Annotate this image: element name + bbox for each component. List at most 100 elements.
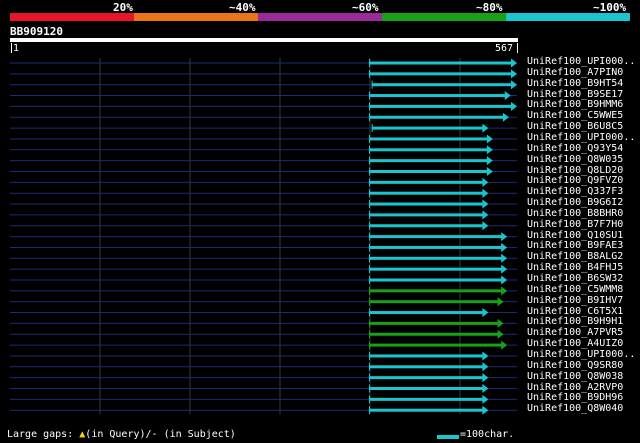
hit-name-link[interactable]: UniRef100_UPI000.. <box>527 349 635 360</box>
hit-bar[interactable] <box>369 267 503 271</box>
hit-name-link[interactable]: UniRef100_Q8LD20 <box>527 165 623 176</box>
hit-bar[interactable] <box>369 408 484 412</box>
hit-arrow-icon <box>482 308 489 318</box>
hit-name-link[interactable]: UniRef100_B9DH96 <box>527 392 623 403</box>
scale-bar <box>437 435 459 439</box>
hit-bar[interactable] <box>372 83 512 87</box>
hit-bar[interactable] <box>369 365 484 369</box>
hit-bar[interactable] <box>369 104 512 108</box>
hit-arrow-icon <box>482 188 489 198</box>
hit-bar[interactable] <box>369 159 488 163</box>
footer-gap-legend: Large gaps: ▲(in Query)/- (in Subject) <box>7 429 236 440</box>
hit-arrow-icon <box>482 177 489 187</box>
hit-name-link[interactable]: UniRef100_C5WWE5 <box>527 110 623 121</box>
hit-arrow-icon <box>504 91 511 101</box>
hit-bar[interactable] <box>369 300 499 304</box>
scale-label: =100char. <box>460 429 515 440</box>
hit-bar[interactable] <box>369 235 503 239</box>
hit-name-link[interactable]: UniRef100_C5WMM8 <box>527 284 623 295</box>
hit-name-link[interactable]: UniRef100_B6SW32 <box>527 273 623 284</box>
hit-name-link[interactable]: UniRef100_C6T5X1 <box>527 306 623 317</box>
hit-name-link[interactable]: UniRef100_B8ALG2 <box>527 251 623 262</box>
hit-arrow-icon <box>482 384 489 393</box>
hit-arrow-icon <box>482 199 489 209</box>
hit-name-link[interactable]: UniRef100_Q8W040 <box>527 403 623 414</box>
hit-name-link[interactable]: UniRef100_Q337F3 <box>527 186 623 197</box>
hit-arrow-icon <box>482 210 489 220</box>
hit-name-link[interactable]: UniRef100_A7PIN0 <box>527 67 623 78</box>
hit-arrow-icon <box>501 253 508 263</box>
large-gaps-label: Large gaps: <box>7 429 74 440</box>
hit-arrow-icon <box>486 134 493 144</box>
hit-name-link[interactable]: UniRef100_UPI000.. <box>527 56 635 67</box>
hit-bar[interactable] <box>369 170 488 173</box>
hit-bar[interactable] <box>369 397 484 401</box>
hit-name-link[interactable]: UniRef100_B9G6I2 <box>527 197 623 208</box>
hit-arrow-icon <box>501 340 508 350</box>
hit-arrow-icon <box>486 145 493 155</box>
hit-arrow-icon <box>497 297 504 307</box>
hit-arrow-icon <box>501 242 508 252</box>
hit-name-link[interactable]: UniRef100_Q93Y54 <box>527 143 623 154</box>
hit-bar[interactable] <box>369 94 506 98</box>
hit-name-link[interactable]: UniRef100_B9HMM6 <box>527 99 623 110</box>
hit-name-link[interactable]: UniRef100_Q8W035 <box>527 154 623 165</box>
hit-arrow-icon <box>501 275 508 285</box>
hit-arrow-icon <box>501 286 508 296</box>
hit-name-link[interactable]: UniRef100_Q9FVZ0 <box>527 175 623 186</box>
hit-bar[interactable] <box>369 321 499 325</box>
query-gap-text: (in Query)/ <box>85 429 152 440</box>
hit-name-link[interactable]: UniRef100_B9SE17 <box>527 89 623 100</box>
hit-name-link[interactable]: UniRef100_A4UIZ0 <box>527 338 623 349</box>
hit-bar[interactable] <box>369 61 512 65</box>
hit-bar[interactable] <box>369 354 484 358</box>
hit-arrow-icon <box>511 101 517 111</box>
hit-bar[interactable] <box>369 180 484 184</box>
hit-bar[interactable] <box>369 148 488 152</box>
hit-arrow-icon <box>482 405 489 415</box>
hit-bar[interactable] <box>369 137 488 141</box>
hit-bar[interactable] <box>369 224 484 228</box>
hit-arrow-icon <box>511 69 517 79</box>
hit-name-link[interactable]: UniRef100_Q10SU1 <box>527 230 623 241</box>
hit-name-link[interactable]: UniRef100_A2RVP0 <box>527 382 623 393</box>
hit-arrow-icon <box>482 373 489 383</box>
hit-name-link[interactable]: UniRef100_B9IHV7 <box>527 295 623 306</box>
hit-name-link[interactable]: UniRef100_B7F7H0 <box>527 219 623 230</box>
hit-name-link[interactable]: UniRef100_Q8W038 <box>527 371 623 382</box>
hit-name-link[interactable]: UniRef100_A7PVR5 <box>527 327 623 338</box>
hit-name-link[interactable]: UniRef100_B8BHR0 <box>527 208 623 219</box>
hit-name-link[interactable]: UniRef100_B9HT54 <box>527 78 623 89</box>
hit-bar[interactable] <box>369 289 503 293</box>
hit-bar[interactable] <box>369 245 503 249</box>
hit-name-link[interactable]: UniRef100_B6U8C5 <box>527 121 623 132</box>
hit-bar[interactable] <box>369 115 504 119</box>
hit-bar[interactable] <box>369 191 484 195</box>
hit-bar[interactable] <box>369 376 484 380</box>
hit-arrow-icon <box>482 362 489 372</box>
hit-arrow-icon <box>501 232 508 242</box>
hit-bar[interactable] <box>369 256 503 260</box>
subject-gap-text: - (in Subject) <box>151 429 236 440</box>
hit-arrow-icon <box>502 112 509 122</box>
hit-bar[interactable] <box>369 343 503 347</box>
hit-arrow-icon <box>482 123 489 133</box>
hit-arrow-icon <box>497 318 504 328</box>
hit-bar[interactable] <box>369 278 503 282</box>
hit-arrow-icon <box>501 264 508 274</box>
hit-bar[interactable] <box>369 72 512 76</box>
hit-name-link[interactable]: UniRef100_Q9SR80 <box>527 360 623 371</box>
hit-bar[interactable] <box>369 332 499 336</box>
hit-name-link[interactable]: UniRef100_B9H9H1 <box>527 316 623 327</box>
hit-bar[interactable] <box>369 387 484 390</box>
hit-name-link[interactable]: UniRef100_B4FHJ5 <box>527 262 623 273</box>
hit-arrow-icon <box>482 394 489 404</box>
hit-name-link[interactable]: UniRef100_UPI000.. <box>527 132 635 143</box>
hit-arrow-icon <box>482 221 489 231</box>
hit-bar[interactable] <box>369 311 484 315</box>
hit-arrow-icon <box>482 351 489 361</box>
hit-bar[interactable] <box>372 126 484 130</box>
hit-name-link[interactable]: UniRef100_B9FAE3 <box>527 240 623 251</box>
hit-bar[interactable] <box>369 213 484 217</box>
hit-bar[interactable] <box>369 202 484 206</box>
